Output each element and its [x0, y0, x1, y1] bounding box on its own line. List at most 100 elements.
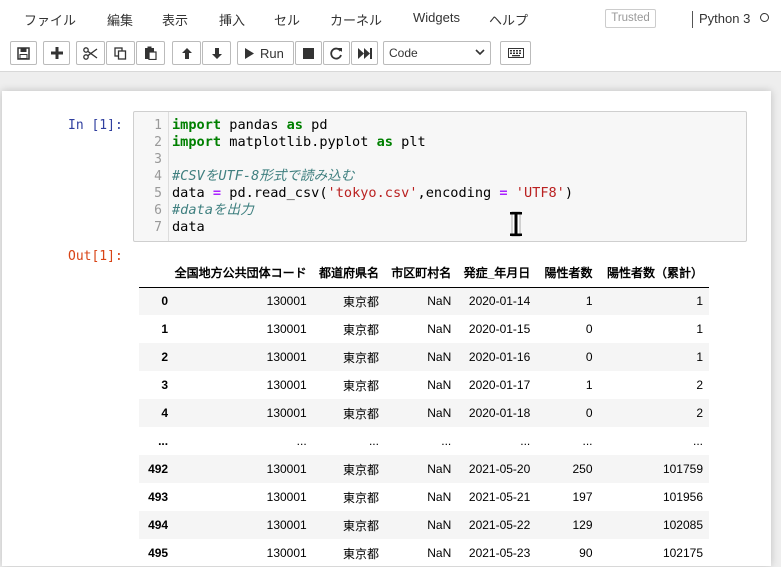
column-header-index [139, 259, 169, 288]
table-cell: 130001 [266, 350, 307, 364]
table-cell: 2020-01-14 [468, 294, 531, 309]
menubar: ファイル 編集 表示 挿入 セル カーネル Widgets ヘルプ Truste… [0, 0, 781, 38]
table-cell: 2021-05-23 [468, 546, 531, 560]
menu-widgets[interactable]: Widgets [413, 10, 460, 25]
table-cell: 2020-01-15 [468, 322, 531, 336]
menu-file[interactable]: ファイル [24, 10, 76, 29]
table-cell: ... [582, 434, 593, 448]
kernel-divider [692, 11, 693, 28]
code-line: #CSVをUTF-8形式で読み込む [172, 168, 355, 184]
table-cell: ... [441, 434, 452, 448]
paste-button[interactable] [136, 41, 165, 65]
table-cell: 1 [585, 294, 593, 309]
menu-edit[interactable]: 編集 [107, 10, 133, 29]
menu-view[interactable]: 表示 [162, 10, 188, 29]
table-cell: 101956 [662, 490, 703, 504]
interrupt-button[interactable] [295, 41, 322, 65]
output-prompt: Out[1]: [68, 249, 123, 264]
restart-icon [330, 47, 343, 60]
table-cell: 130001 [266, 294, 307, 309]
table-cell: 2 [696, 378, 703, 392]
save-button[interactable] [10, 41, 37, 65]
table-cell: 101759 [662, 462, 703, 476]
table-cell: 130001 [266, 378, 307, 392]
table-cell: ... [296, 434, 307, 448]
table-cell: 2021-05-21 [468, 490, 531, 504]
menu-cell[interactable]: セル [274, 10, 300, 29]
table-cell: 197 [572, 490, 593, 504]
row-index-cell: 1 [161, 322, 169, 336]
restart-button[interactable] [323, 41, 350, 65]
line-number: 7 [154, 220, 162, 235]
table-cell: 102085 [662, 518, 703, 532]
table-cell: 130001 [266, 462, 307, 476]
table-cell: 129 [572, 518, 593, 532]
column-header: 発症_年月日 [457, 259, 537, 288]
menu-insert[interactable]: 挿入 [219, 10, 245, 29]
kernel-idle-icon [760, 13, 769, 22]
table-cell: 東京都 [342, 462, 379, 477]
table-row: 0 130001 東京都 NaN 2020-01-14 1 1 [139, 287, 709, 315]
table-cell: 0 [585, 322, 593, 336]
table-cell: ... [368, 434, 379, 448]
toolbar: Run Code [0, 38, 781, 72]
dataframe-table: 全国地方公共団体コード 都道府県名 市区町村名 発症_年月日 陽性者数 陽性者数… [139, 259, 709, 567]
table-row: 2 130001 東京都 NaN 2020-01-16 0 1 [139, 343, 709, 371]
table-cell: 東京都 [342, 322, 379, 337]
table-cell: NaN [427, 350, 452, 364]
table-cell: 東京都 [342, 350, 379, 365]
move-down-button[interactable] [202, 41, 231, 65]
table-cell: 130001 [266, 322, 307, 336]
table-cell: 130001 [266, 518, 307, 532]
copy-icon [114, 46, 127, 60]
command-palette-button[interactable] [500, 41, 531, 65]
table-cell: 1 [696, 294, 703, 309]
table-cell: NaN [427, 322, 452, 336]
table-cell: 東京都 [342, 490, 379, 505]
menu-kernel[interactable]: カーネル [330, 10, 382, 29]
copy-button[interactable] [106, 41, 135, 65]
cell-type-value: Code [389, 46, 418, 60]
run-button[interactable]: Run [237, 41, 294, 65]
table-cell: NaN [427, 378, 452, 392]
input-prompt: In [1]: [68, 118, 123, 133]
run-all-button[interactable] [351, 41, 378, 65]
table-cell: NaN [427, 490, 452, 504]
row-index-cell: 4 [161, 406, 169, 420]
table-cell: 130001 [266, 490, 307, 504]
table-cell: 2020-01-18 [468, 406, 531, 420]
paste-icon [144, 46, 157, 60]
row-index-cell: 0 [161, 294, 169, 309]
table-row: 495 130001 東京都 NaN 2021-05-23 90 102175 [139, 539, 709, 567]
plus-icon [50, 47, 63, 59]
menu-help[interactable]: ヘルプ [489, 10, 528, 29]
table-cell: 2021-05-22 [468, 518, 531, 532]
line-number: 1 [154, 118, 162, 133]
row-index-cell: 2 [161, 350, 169, 364]
table-cell: 1 [585, 378, 593, 392]
table-cell: 東京都 [342, 378, 379, 393]
insert-cell-button[interactable] [43, 41, 70, 65]
trusted-indicator[interactable]: Trusted [605, 9, 656, 28]
code-editor[interactable]: 1 2 3 4 5 6 7 import pandas as pd import… [133, 111, 747, 242]
kernel-name[interactable]: Python 3 [699, 11, 750, 26]
cell-type-select[interactable]: Code [383, 41, 491, 65]
table-row: ..................... [139, 427, 709, 455]
table-cell: 0 [585, 350, 593, 364]
table-cell: 2 [696, 406, 703, 420]
table-cell: 2020-01-17 [468, 378, 531, 392]
move-up-button[interactable] [172, 41, 201, 65]
code-line: data [172, 219, 205, 235]
save-icon [17, 46, 30, 60]
table-cell: NaN [427, 406, 452, 420]
row-index-cell: 493 [148, 490, 169, 504]
table-cell: 130001 [266, 546, 307, 560]
arrow-up-icon [181, 47, 193, 60]
fast-forward-icon [357, 47, 372, 59]
code-line: import matplotlib.pyplot as plt [172, 134, 426, 150]
table-row: 4 130001 東京都 NaN 2020-01-18 0 2 [139, 399, 709, 427]
line-number: 2 [154, 135, 162, 150]
column-header: 都道府県名 [312, 259, 385, 288]
cut-button[interactable] [76, 41, 105, 65]
column-header: 陽性者数（累計） [598, 259, 709, 288]
